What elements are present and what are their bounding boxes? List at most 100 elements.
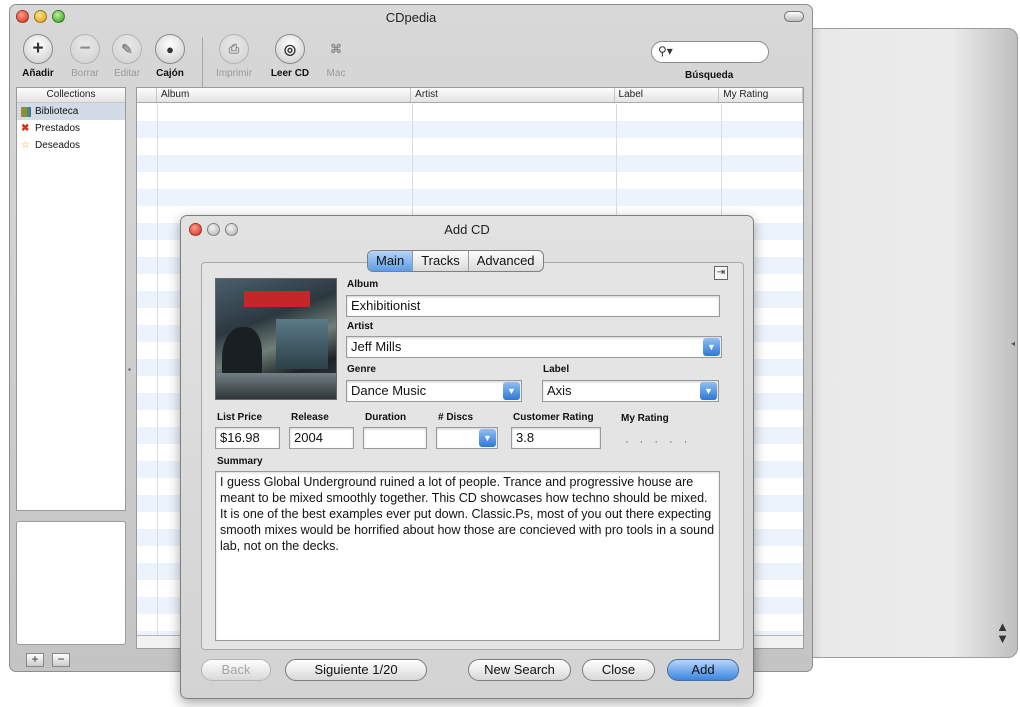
remove-collection-button[interactable]: −: [52, 653, 70, 667]
chevron-down-icon[interactable]: ▼: [479, 429, 496, 447]
print-button[interactable]: ⎙ Imprimir: [208, 34, 260, 79]
column-header-rating[interactable]: My Rating: [719, 88, 803, 102]
add-button[interactable]: + Añadir: [12, 34, 64, 79]
title-bar: CDpedia: [10, 5, 812, 27]
my-rating-label: My Rating: [621, 413, 669, 424]
rating-dot-icon[interactable]: ·: [625, 436, 629, 448]
preview-panel: [16, 521, 126, 645]
plus-icon: +: [23, 34, 53, 64]
search-input[interactable]: ⚲▾: [651, 41, 769, 63]
collections-header[interactable]: Collections: [17, 88, 125, 103]
column-header-label[interactable]: Label: [615, 88, 720, 102]
my-rating-control[interactable]: · · · · ·: [625, 436, 687, 448]
artist-combo[interactable]: Jeff Mills ▼: [346, 336, 722, 358]
summary-label: Summary: [217, 456, 263, 467]
read-cd-button[interactable]: ◎ Leer CD: [264, 34, 316, 79]
list-price-field[interactable]: $16.98: [215, 427, 280, 449]
label-label: Label: [543, 364, 570, 375]
add-cd-button[interactable]: Add: [667, 659, 739, 681]
drawer-handle-icon[interactable]: ◂: [1011, 339, 1015, 348]
tab-main[interactable]: Main: [368, 251, 414, 271]
tab-advanced[interactable]: Advanced: [469, 251, 543, 271]
duration-label: Duration: [365, 412, 407, 423]
album-cover-image[interactable]: [215, 278, 337, 400]
duration-field[interactable]: [363, 427, 427, 449]
new-search-button[interactable]: New Search: [468, 659, 571, 681]
list-price-label: List Price: [217, 412, 263, 423]
minus-icon: −: [70, 34, 100, 64]
print-label: Imprimir: [215, 68, 253, 79]
label-value: Axis: [547, 383, 572, 398]
album-field[interactable]: Exhibitionist: [346, 295, 720, 317]
rating-dot-icon[interactable]: ·: [640, 436, 644, 448]
drawer-label: Cajón: [156, 68, 184, 79]
collections-sidebar: Collections Biblioteca ✖ Prestados ☆ Des…: [16, 87, 126, 511]
drawer-panel: ◂ ▲ ▼: [795, 28, 1018, 658]
mac-icon: ⌘: [330, 42, 342, 56]
column-header-marker[interactable]: [137, 88, 157, 102]
close-button[interactable]: Close: [582, 659, 655, 681]
back-button[interactable]: Back: [201, 659, 271, 681]
sidebar-item-label: Biblioteca: [35, 106, 79, 117]
add-label: Añadir: [22, 68, 54, 79]
discs-label: # Discs: [438, 412, 474, 423]
tab-bar: Main Tracks Advanced: [367, 250, 544, 272]
discs-combo[interactable]: ▼: [436, 427, 498, 449]
print-icon: ⎙: [219, 34, 249, 64]
cover-art-deck: [216, 373, 336, 399]
label-combo[interactable]: Axis ▼: [542, 380, 719, 402]
drawer-button[interactable]: ● Cajón: [144, 34, 196, 79]
next-button[interactable]: Siguiente 1/20: [285, 659, 427, 681]
add-cd-dialog: Add CD Main Tracks Advanced ⇥ Album Exhi…: [180, 215, 754, 699]
artist-label: Artist: [347, 321, 374, 332]
table-header: Album Artist Label My Rating: [137, 88, 803, 103]
mac-label: Mac: [326, 68, 346, 79]
search-icon: ⚲▾: [658, 44, 673, 58]
release-label: Release: [291, 412, 329, 423]
album-label: Album: [347, 279, 379, 290]
read-cd-label: Leer CD: [270, 68, 310, 79]
customer-rating-label: Customer Rating: [513, 412, 594, 423]
mac-button[interactable]: ⌘ Mac: [310, 34, 362, 79]
star-icon: ☆: [21, 139, 30, 151]
chevron-down-icon[interactable]: ▼: [503, 382, 520, 400]
export-icon[interactable]: ⇥: [714, 266, 728, 280]
search-label: Búsqueda: [685, 70, 734, 81]
window-title: CDpedia: [385, 10, 437, 25]
sidebar-item-label: Deseados: [35, 140, 81, 151]
toolbar: + Añadir − Borrar ✎ Editar ● Cajón ⎙ Imp…: [10, 29, 812, 87]
genre-label: Genre: [347, 364, 376, 375]
dialog-title: Add CD: [444, 222, 490, 237]
sidebar-item-deseados[interactable]: ☆ Deseados: [17, 137, 125, 154]
rating-dot-icon[interactable]: ·: [684, 436, 688, 448]
tab-tracks[interactable]: Tracks: [413, 251, 469, 271]
sidebar-item-biblioteca[interactable]: Biblioteca: [17, 103, 125, 120]
release-field[interactable]: 2004: [289, 427, 354, 449]
toolbar-separator: [202, 37, 203, 87]
info-icon: ●: [155, 34, 185, 64]
column-header-album[interactable]: Album: [157, 88, 412, 102]
column-header-artist[interactable]: Artist: [411, 88, 615, 102]
genre-value: Dance Music: [351, 383, 427, 398]
rating-dot-icon[interactable]: ·: [669, 436, 673, 448]
borrowed-icon: ✖: [21, 122, 30, 134]
cd-icon: ◎: [275, 34, 305, 64]
cover-art-banner: [244, 291, 310, 307]
chevron-down-icon[interactable]: ▼: [700, 382, 717, 400]
rating-dot-icon[interactable]: ·: [654, 436, 658, 448]
sidebar-item-label: Prestados: [35, 123, 81, 134]
genre-combo[interactable]: Dance Music ▼: [346, 380, 522, 402]
pencil-icon: ✎: [112, 34, 142, 64]
resize-arrows-icon[interactable]: ▲ ▼: [996, 620, 1009, 645]
summary-textarea[interactable]: I guess Global Underground ruined a lot …: [215, 471, 720, 641]
cover-art-shape: [276, 319, 328, 369]
splitter-handle[interactable]: ▪: [128, 365, 131, 374]
artist-value: Jeff Mills: [351, 339, 402, 354]
add-collection-button[interactable]: +: [26, 653, 44, 667]
sidebar-item-prestados[interactable]: ✖ Prestados: [17, 120, 125, 137]
column-divider: [157, 104, 158, 648]
library-icon: [21, 106, 31, 117]
toolbar-toggle-button[interactable]: [784, 11, 804, 22]
chevron-down-icon[interactable]: ▼: [703, 338, 720, 356]
customer-rating-field[interactable]: 3.8: [511, 427, 601, 449]
